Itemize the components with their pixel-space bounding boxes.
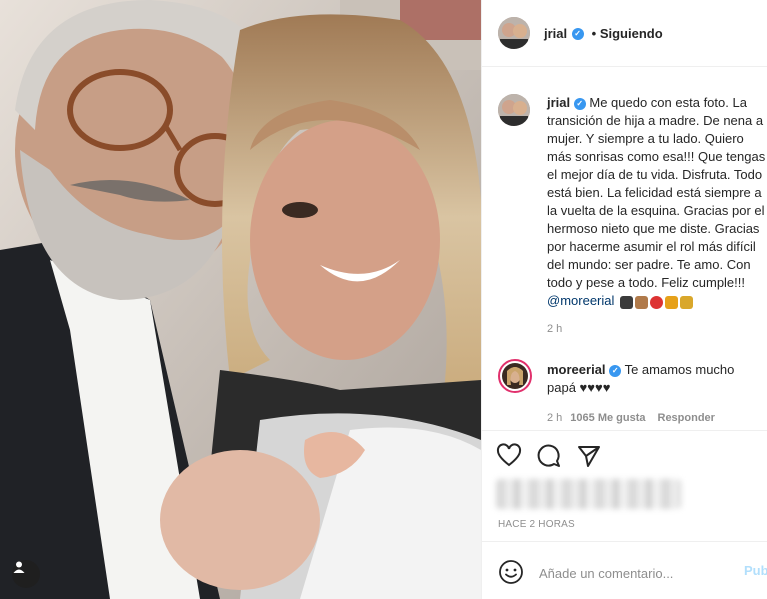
post-timestamp: HACE 2 HORAS [498, 519, 575, 530]
avatar-image [498, 17, 530, 49]
comment-bar: Publicar [482, 541, 767, 599]
follow-status-button[interactable]: Siguiendo [600, 26, 663, 41]
caption-emojis [618, 293, 694, 311]
verified-badge-icon: ✓ [571, 27, 584, 40]
reply-button[interactable]: Responder [658, 412, 715, 424]
party-popper-icon [680, 295, 694, 309]
caption-time[interactable]: 2 h [547, 323, 562, 335]
baby-bottle-icon [620, 295, 634, 309]
comment-bubble-icon[interactable] [536, 443, 562, 469]
avatar-image [498, 94, 530, 126]
emoji-smiley-icon[interactable] [498, 559, 524, 585]
share-send-icon[interactable] [576, 443, 602, 469]
post-header: jrial ✓ • Siguiendo [482, 0, 767, 67]
verified-badge-icon: ✓ [573, 97, 586, 110]
publish-comment-button[interactable]: Publicar [744, 563, 767, 578]
reply-comment: moreerial ✓ Te amamos mucho papá ♥♥♥♥ [547, 361, 762, 397]
caption-author-handle[interactable]: jrial [547, 95, 570, 110]
post-photo-image [0, 0, 481, 599]
reply-likes[interactable]: 1065 Me gusta [570, 412, 645, 424]
reply-meta: 2 h 1065 Me gusta Responder [547, 412, 715, 424]
reply-author-handle[interactable]: moreerial [547, 362, 606, 377]
caption-text: Me quedo con esta foto. La transición de… [547, 95, 766, 290]
like-heart-icon[interactable] [496, 443, 522, 469]
user-tag-button[interactable] [12, 560, 40, 588]
person-icon [13, 561, 25, 573]
caption-mention-link[interactable]: @moreerial [547, 293, 614, 308]
verified-badge-icon: ✓ [609, 364, 622, 377]
caption-block: jrial ✓ Me quedo con esta foto. La trans… [547, 94, 767, 311]
post-side-panel: jrial ✓ • Siguiendo jrial ✓ Me quedo con… [481, 0, 767, 599]
caption-author-avatar[interactable] [498, 94, 530, 126]
cake-icon [635, 295, 649, 309]
reply-author-avatar[interactable] [498, 359, 532, 393]
likes-summary-blurred [496, 479, 681, 509]
post-actions: HACE 2 HORAS Publicar [482, 430, 767, 599]
balloon-icon [650, 295, 664, 309]
follow-separator: • [588, 26, 600, 41]
reply-time[interactable]: 2 h [547, 412, 562, 424]
comment-input[interactable] [537, 562, 731, 584]
avatar-image [502, 363, 528, 389]
author-avatar[interactable] [498, 17, 530, 49]
post-photo[interactable] [0, 0, 481, 599]
gift-icon [665, 295, 679, 309]
author-handle[interactable]: jrial [544, 26, 567, 41]
